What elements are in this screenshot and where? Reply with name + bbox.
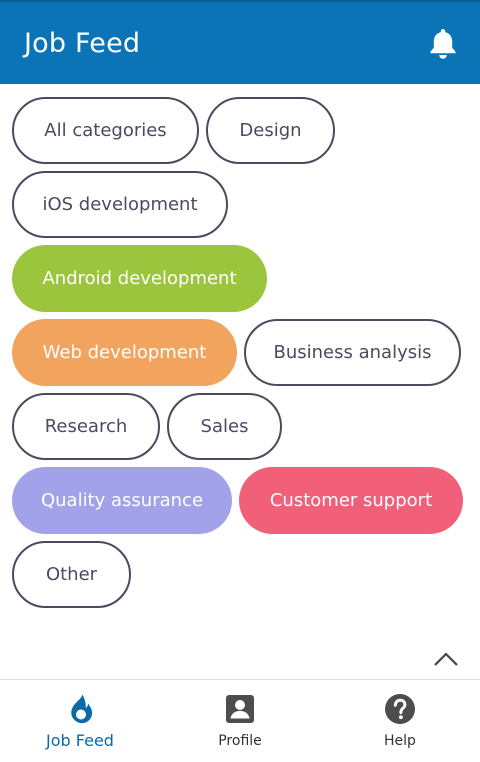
chip-business-analysis[interactable]: Business analysis [244, 319, 461, 386]
page-title: Job Feed [24, 27, 141, 59]
chip-row: Web development Business analysis [12, 319, 468, 386]
chip-row: Other [12, 541, 468, 608]
nav-label: Profile [218, 733, 262, 749]
chip-row: Android development [12, 245, 468, 312]
chip-row: All categories Design [12, 97, 468, 164]
nav-job-feed[interactable]: Job Feed [0, 680, 160, 762]
chip-other[interactable]: Other [12, 541, 131, 608]
chevron-up-icon[interactable] [431, 646, 461, 672]
chip-android-development[interactable]: Android development [12, 245, 267, 312]
profile-icon [224, 692, 256, 726]
bottom-nav: Job Feed Profile Help [0, 679, 480, 762]
chip-design[interactable]: Design [206, 97, 335, 164]
chip-customer-support[interactable]: Customer support [239, 467, 463, 534]
nav-profile[interactable]: Profile [160, 680, 320, 762]
flame-icon [64, 692, 96, 726]
help-icon [384, 692, 416, 726]
chip-ios-development[interactable]: iOS development [12, 171, 228, 238]
nav-label: Job Feed [46, 731, 114, 750]
nav-help[interactable]: Help [320, 680, 480, 762]
app-bar: Job Feed [0, 0, 480, 84]
chip-all-categories[interactable]: All categories [12, 97, 199, 164]
chip-quality-assurance[interactable]: Quality assurance [12, 467, 232, 534]
category-chips: All categories Design iOS development An… [12, 97, 468, 615]
chip-row: Research Sales [12, 393, 468, 460]
chip-row: Quality assurance Customer support [12, 467, 468, 534]
nav-label: Help [384, 733, 416, 749]
chip-row: iOS development [12, 171, 468, 238]
chip-research[interactable]: Research [12, 393, 160, 460]
chip-sales[interactable]: Sales [167, 393, 282, 460]
chip-web-development[interactable]: Web development [12, 319, 237, 386]
bell-icon[interactable] [428, 26, 458, 60]
